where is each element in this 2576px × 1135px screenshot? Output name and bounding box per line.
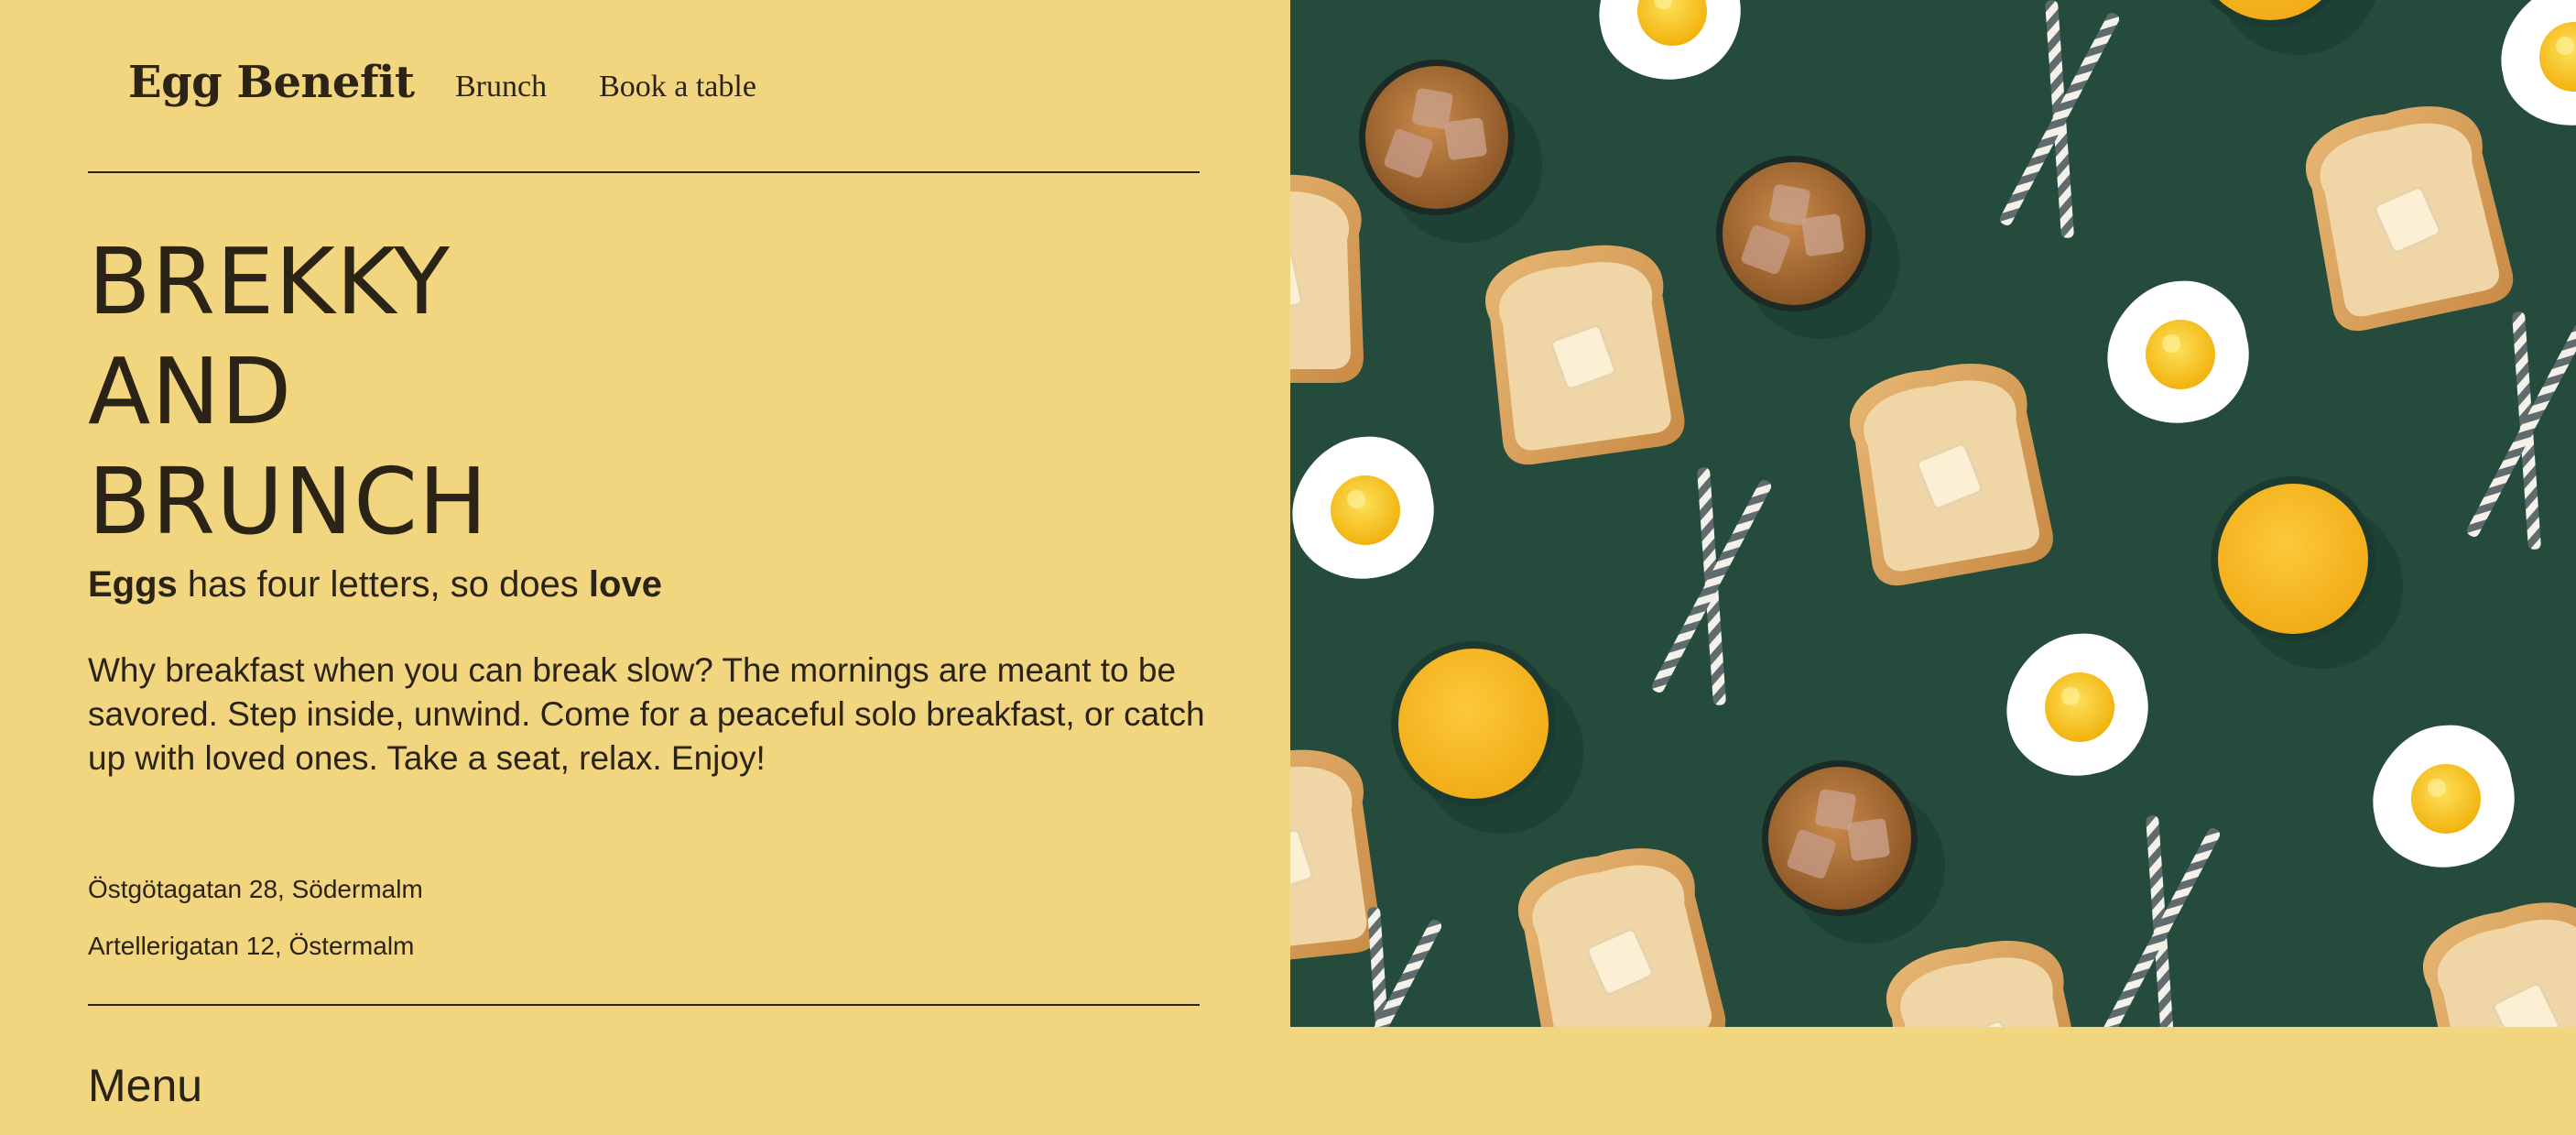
header-divider	[88, 171, 1200, 173]
hero-title-line: BRUNCH	[88, 448, 489, 555]
hero-title-line: AND	[88, 338, 293, 445]
hero-title-line: BREKKY	[88, 228, 451, 335]
nav-link-book-a-table[interactable]: Book a table	[599, 70, 756, 104]
menu-heading: Menu	[88, 1060, 203, 1111]
hero-panel: Egg Benefit Brunch Book a table BREKKY A…	[0, 0, 1289, 1135]
breakfast-photo	[1290, 0, 2576, 1027]
tagline-love: love	[588, 564, 662, 605]
nav-link-brunch[interactable]: Brunch	[455, 70, 547, 104]
tagline-eggs: Eggs	[88, 564, 178, 605]
hero-title: BREKKY AND BRUNCH	[88, 227, 488, 557]
brand-logo[interactable]: Egg Benefit	[128, 57, 415, 108]
tagline: Eggs has four letters, so does love	[88, 564, 662, 606]
main-nav: Brunch Book a table	[455, 70, 756, 104]
hero-description: Why breakfast when you can break slow? T…	[88, 651, 1205, 777]
address-sodermalm: Östgötagatan 28, Södermalm	[88, 875, 423, 903]
section-divider	[88, 1004, 1200, 1006]
tagline-middle: has four letters, so does	[177, 564, 589, 605]
address-ostermalm: Artellerigatan 12, Östermalm	[88, 932, 415, 960]
